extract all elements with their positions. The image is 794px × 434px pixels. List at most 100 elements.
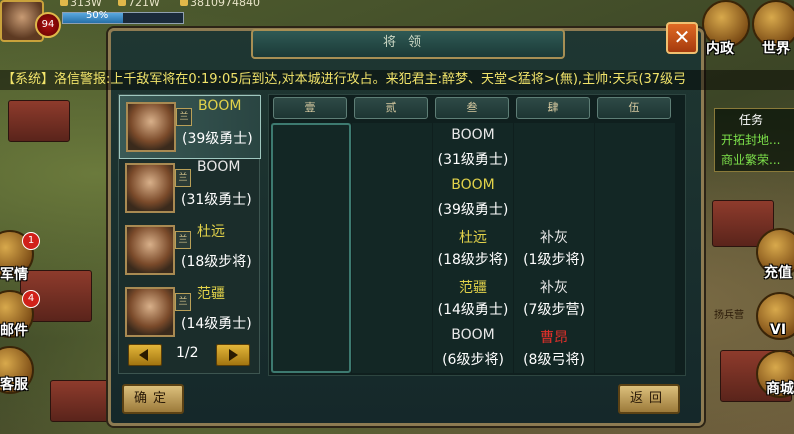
- military-report-badge: 1: [22, 232, 40, 250]
- back-button[interactable]: 返回: [618, 384, 680, 414]
- cell-general-desc: (39级勇士): [437, 202, 509, 218]
- formation-cell[interactable]: [595, 323, 675, 373]
- general-flag-icon: 兰: [175, 169, 191, 187]
- formation-cell[interactable]: 补灰 (7级步营): [514, 273, 594, 323]
- formation-cell[interactable]: BOOM (6级步将): [433, 323, 513, 373]
- confirm-button[interactable]: 确定: [122, 384, 184, 414]
- next-page-button[interactable]: [216, 344, 250, 366]
- general-portrait: [125, 163, 175, 213]
- general-name: 杜远: [197, 224, 225, 240]
- shop-label: 商城: [766, 381, 794, 397]
- coin-icon: [180, 0, 188, 6]
- cell-general-name: BOOM: [451, 327, 495, 343]
- column-header-1[interactable]: 壹: [273, 97, 347, 119]
- general-portrait: [125, 225, 175, 275]
- quest-panel[interactable]: 任务 开拓封地... 商业繁荣...: [714, 108, 794, 172]
- column-header-2[interactable]: 贰: [354, 97, 428, 119]
- resource-gold: 313W: [60, 0, 102, 9]
- formation-cell[interactable]: [595, 273, 675, 323]
- general-desc: (14级勇士): [181, 316, 252, 332]
- formation-cell[interactable]: BOOM (31级勇士): [433, 123, 513, 173]
- arrow-left-icon: [139, 349, 148, 361]
- cell-general-desc: (8级弓将): [523, 352, 585, 368]
- recharge-label: 充值: [764, 265, 792, 281]
- general-desc: (39级勇士): [182, 131, 253, 147]
- cell-general-desc: (1级步将): [523, 252, 585, 268]
- cell-general-desc: (6级步将): [442, 352, 504, 368]
- formation-cell[interactable]: [352, 173, 432, 223]
- player-level-badge: 94: [35, 12, 61, 38]
- generals-list: 兰 BOOM (39级勇士) 兰 BOOM (31级勇士) 兰 杜远 (18级步…: [118, 94, 261, 374]
- formation-cell[interactable]: 范疆 (14级勇士): [433, 273, 513, 323]
- general-name: 范疆: [197, 286, 225, 302]
- formation-cell[interactable]: BOOM (39级勇士): [433, 173, 513, 223]
- arrow-right-icon: [229, 349, 238, 361]
- general-row[interactable]: 兰 BOOM (39级勇士): [119, 95, 261, 159]
- cell-general-name: 补灰: [540, 280, 568, 296]
- mail-badge: 4: [22, 290, 40, 308]
- cell-general-name: 范疆: [459, 280, 487, 296]
- selected-column-highlight: [271, 123, 351, 373]
- close-button[interactable]: ✕: [666, 22, 698, 54]
- cell-general-desc: (31级勇士): [437, 152, 509, 168]
- generals-pager: 1/2: [128, 344, 250, 366]
- general-row[interactable]: 兰 BOOM (31级勇士): [119, 157, 259, 219]
- city-building: [50, 380, 112, 422]
- column-header-3[interactable]: 叁: [435, 97, 509, 119]
- formation-cell[interactable]: [514, 173, 594, 223]
- cell-general-name: 曹昂: [540, 330, 568, 346]
- formation-cell[interactable]: [352, 123, 432, 173]
- city-building: [8, 100, 70, 142]
- system-announcement: 【系统】洛信警报:上千敌军将在0:19:05后到达,对本城进行攻占。来犯君主:醉…: [0, 70, 794, 90]
- formation-cell[interactable]: [595, 123, 675, 173]
- exp-percent: 50%: [86, 10, 109, 21]
- formation-cell[interactable]: [595, 223, 675, 273]
- quest-title: 任务: [739, 113, 764, 127]
- formation-cell[interactable]: [352, 323, 432, 373]
- prev-page-button[interactable]: [128, 344, 162, 366]
- barracks-sign: 扬兵营: [714, 310, 744, 321]
- formation-cell[interactable]: [514, 123, 594, 173]
- quest-item[interactable]: 开拓封地...: [715, 128, 794, 148]
- cell-general-name: BOOM: [451, 177, 495, 193]
- exp-bar: [62, 12, 184, 24]
- general-desc: (31级勇士): [181, 192, 252, 208]
- resource-food: 721W: [118, 0, 160, 9]
- world-label: 世界: [762, 41, 790, 57]
- general-flag-icon: 兰: [175, 293, 191, 311]
- customer-service-label: 客服: [0, 377, 28, 393]
- dialog-title: 将领: [382, 35, 433, 50]
- formation-cell[interactable]: 补灰 (1级步将): [514, 223, 594, 273]
- general-name: BOOM: [197, 159, 241, 175]
- resource-gold-value: 313W: [70, 0, 102, 9]
- formation-cell[interactable]: [595, 173, 675, 223]
- formation-cell[interactable]: 曹昂 (8级弓将): [514, 323, 594, 373]
- column-header-4[interactable]: 肆: [516, 97, 590, 119]
- general-row[interactable]: 兰 范疆 (14级勇士): [119, 281, 259, 343]
- quest-item[interactable]: 商业繁荣...: [715, 148, 794, 168]
- cell-general-name: 补灰: [540, 230, 568, 246]
- general-desc: (18级步将): [181, 254, 252, 270]
- cell-general-desc: (18级步将): [437, 252, 509, 268]
- formation-grid: 壹 贰 叁 肆 伍 BOOM (31级勇士) BOOM (39级勇士) 杜远 (18级步将…: [268, 94, 686, 376]
- resource-food-value: 721W: [128, 0, 160, 9]
- cell-general-desc: (7级步营): [523, 302, 585, 318]
- page-indicator: 1/2: [176, 345, 199, 361]
- general-portrait: [125, 287, 175, 337]
- formation-cell[interactable]: [352, 223, 432, 273]
- general-portrait: [126, 102, 176, 152]
- neizheng-label: 内政: [706, 41, 734, 57]
- cell-general-name: 杜远: [459, 230, 487, 246]
- cell-general-desc: (14级勇士): [437, 302, 509, 318]
- column-header-5[interactable]: 伍: [597, 97, 671, 119]
- general-flag-icon: 兰: [175, 231, 191, 249]
- cell-general-name: BOOM: [451, 127, 495, 143]
- formation-cell[interactable]: [352, 273, 432, 323]
- resource-coin: 3810974840: [180, 0, 260, 9]
- dialog-title-band: 将领: [251, 29, 565, 59]
- food-icon: [118, 0, 126, 6]
- mail-label: 邮件: [0, 323, 28, 339]
- general-row[interactable]: 兰 杜远 (18级步将): [119, 219, 259, 281]
- general-name: BOOM: [198, 98, 242, 114]
- formation-cell[interactable]: 杜远 (18级步将): [433, 223, 513, 273]
